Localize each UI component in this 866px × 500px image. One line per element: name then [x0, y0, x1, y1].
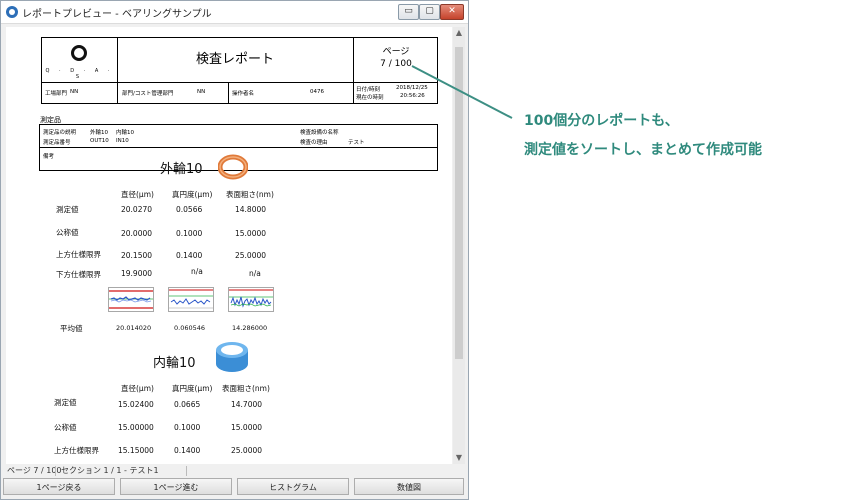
- callout-line-1: 100個分のレポートも、: [524, 113, 679, 129]
- callout-line-2: 測定値をソートし、まとめて作成可能: [524, 142, 762, 158]
- callout-leader-line: [411, 65, 513, 119]
